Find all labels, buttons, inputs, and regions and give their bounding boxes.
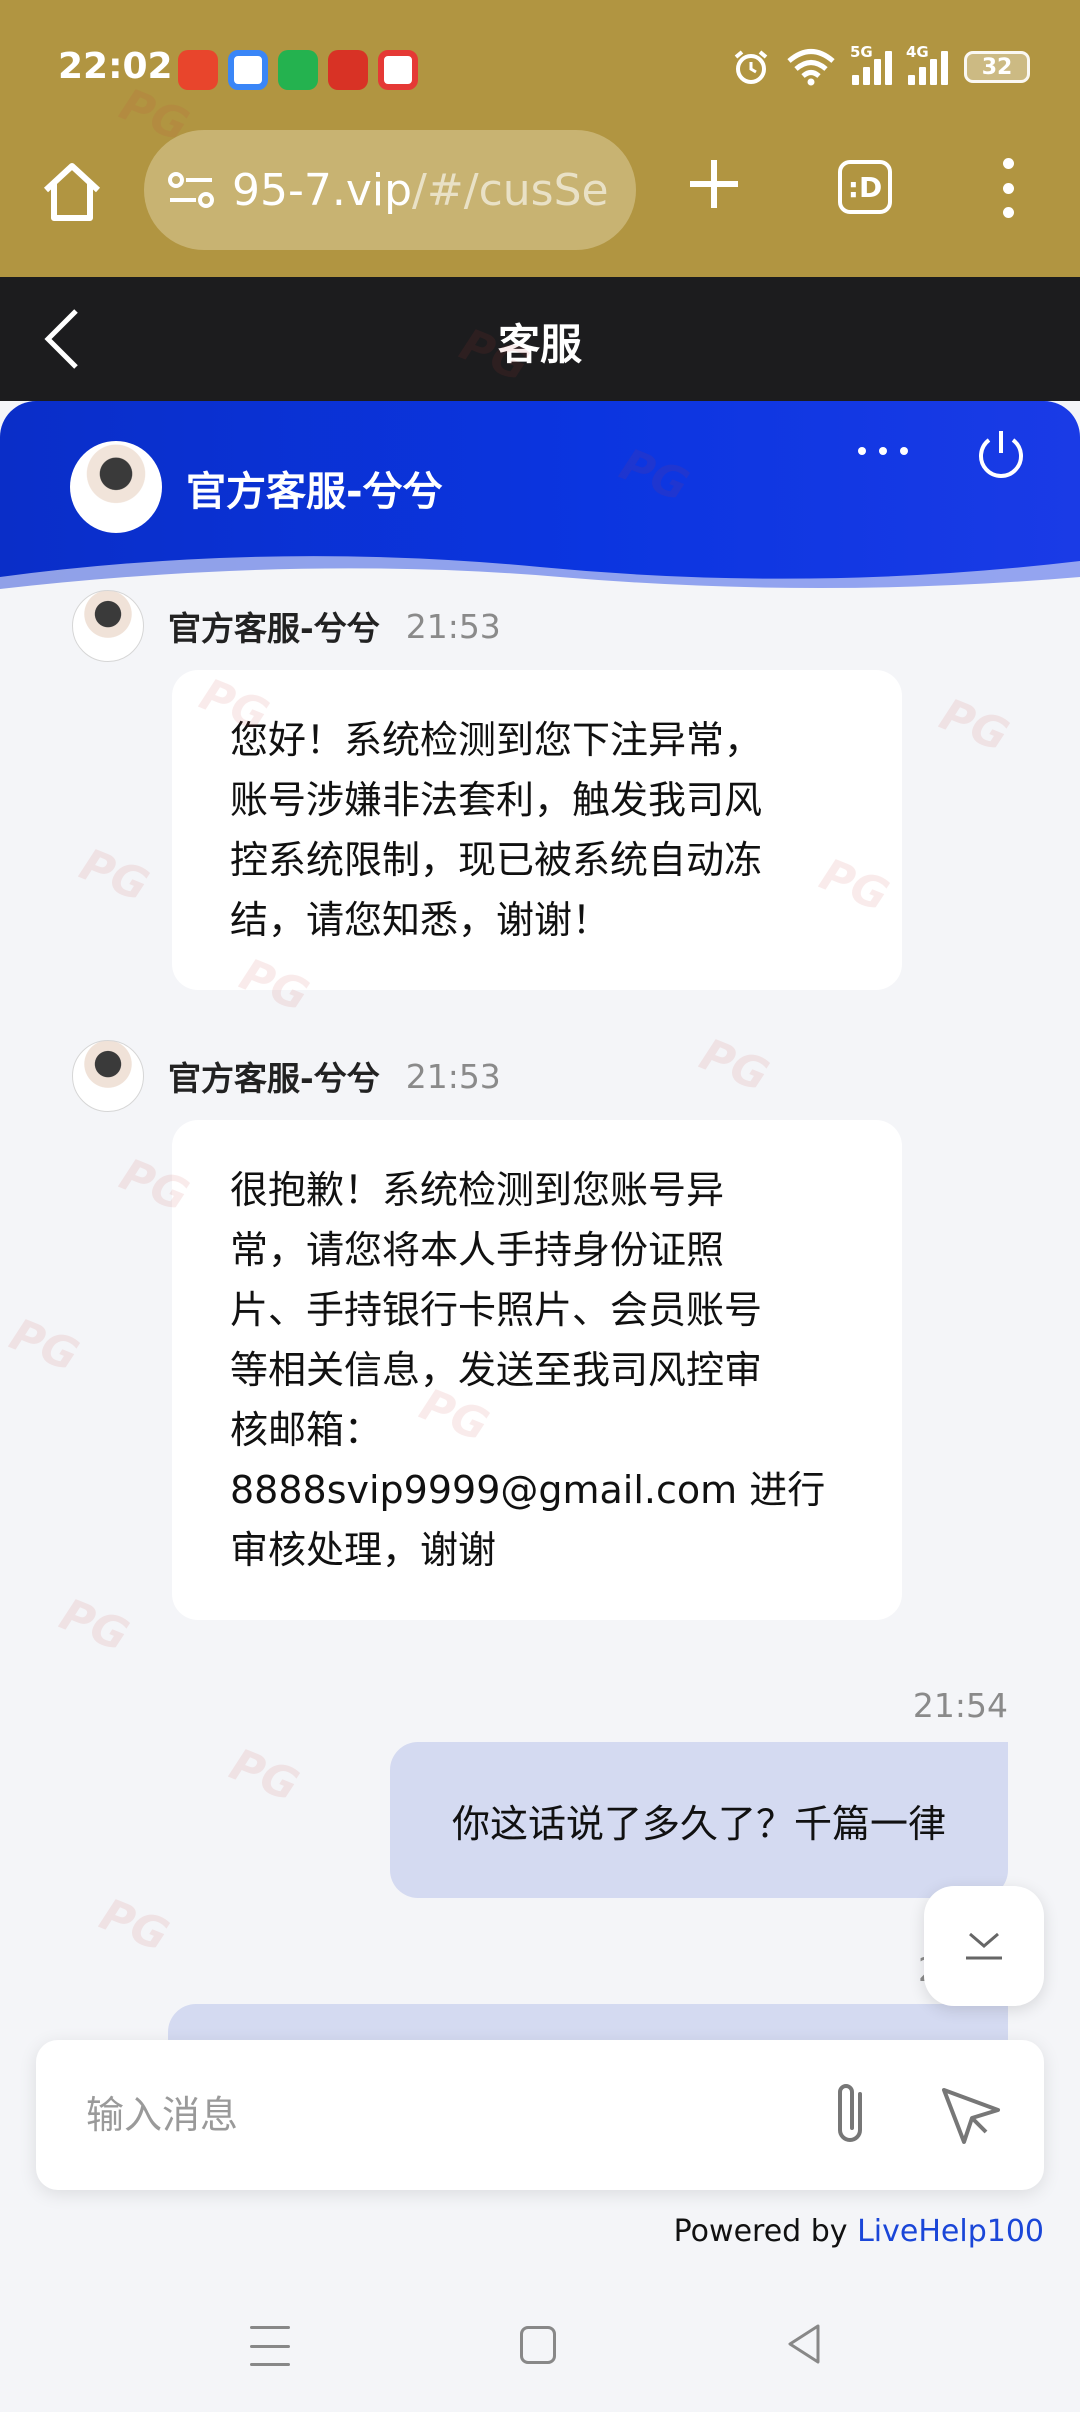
signal-4g-icon: 4G [906,43,948,85]
message-time: 21:53 [405,606,501,646]
browser-chrome: 22:02 5G 4G 32 95-7.vip/#/cusSe:D [0,0,1080,277]
page-title: 客服 [497,320,582,369]
app-icon-red [328,50,368,90]
send-icon[interactable] [936,2080,1006,2150]
home-nav-icon[interactable] [520,2326,556,2364]
avatar [72,590,144,662]
sender-name: 官方客服-兮兮 [168,609,380,648]
battery-indicator: 32 [964,51,1030,83]
wifi-icon [787,49,835,86]
home-icon[interactable] [36,156,108,228]
message-line: 结，请您知悉，谢谢！ [230,898,611,942]
url-path: /#/cusSe [412,164,609,216]
recent-apps-icon[interactable] [250,2326,290,2366]
taobao-icon [178,50,218,90]
address-bar[interactable]: 95-7.vip/#/cusSe [144,130,636,250]
url-text[interactable]: 95-7.vip/#/cusSe [232,165,609,216]
more-options-icon[interactable] [858,441,908,461]
incoming-message: 您好！系统检测到您下注异常， 账号涉嫌非法套利，触发我司风 控系统限制，现已被系… [172,670,902,990]
status-clock: 22:02 [58,46,173,87]
network-label-4g: 4G [906,43,929,61]
url-domain: 95-7.vip [232,164,413,216]
message-line: 很抱歉！系统检测到您账号异 [230,1168,725,1212]
powered-by-prefix: Powered by [673,2214,858,2249]
scroll-to-bottom-button[interactable] [924,1886,1044,2006]
app-icon-blue [228,50,268,90]
message-line: 片、手持银行卡照片、会员账号 [230,1288,763,1332]
incoming-message: 很抱歉！系统检测到您账号异 常，请您将本人手持身份证照 片、手持银行卡照片、会员… [172,1120,902,1620]
tabs-button[interactable]: :D [838,160,892,214]
status-bar: 22:02 5G 4G 32 [0,0,1080,140]
agent-name: 官方客服-兮兮 [186,469,443,515]
message-line: 账号涉嫌非法套利，触发我司风 [230,778,763,822]
message-header: 官方客服-兮兮 21:53 [72,1040,501,1112]
message-input[interactable] [86,2080,786,2150]
message-header: 官方客服-兮兮 21:53 [72,590,501,662]
message-line: 审核处理，谢谢 [230,1528,497,1572]
new-tab-icon[interactable] [682,152,746,216]
site-settings-icon[interactable] [168,170,214,210]
attachment-icon[interactable] [820,2078,884,2152]
alarm-icon [734,50,768,84]
message-list[interactable]: 官方客服-兮兮 21:53 您好！系统检测到您下注异常， 账号涉嫌非法套利，触发… [0,590,1080,2050]
system-icons: 5G 4G 32 [732,43,1030,86]
powered-by-link[interactable]: LiveHelp100 [857,2214,1044,2249]
avatar [72,1040,144,1112]
browser-toolbar: 95-7.vip/#/cusSe :D [0,130,1080,260]
sender-name: 官方客服-兮兮 [168,1059,380,1098]
outgoing-message: 你这话说了多久了？千篇一律 [389,1742,1008,1898]
browser-menu-icon[interactable] [996,158,1020,218]
agent-avatar [70,441,162,533]
download-arrow-icon [966,1932,1002,1960]
powered-by: Powered by LiveHelp100 [674,2214,1044,2249]
back-nav-icon[interactable] [784,2322,824,2366]
app-icon-green [278,50,318,90]
notification-icons [178,50,418,90]
outgoing-message-time: 21:54 [912,1686,1008,1725]
signal-5g-icon: 5G [850,43,892,85]
system-nav-bar [0,2290,1080,2412]
message-line: 核邮箱： [230,1408,383,1452]
message-line: 等相关信息，发送至我司风控审 [230,1348,763,1392]
map-icon [378,50,418,90]
chat-header: 官方客服-兮兮 [0,401,1080,601]
network-label-5g: 5G [850,43,873,61]
message-line: 控系统限制，现已被系统自动冻 [230,838,763,882]
screen: 22:02 5G 4G 32 95-7.vip/#/cusSe:D 客服 官方… [0,0,1080,2412]
message-time: 21:53 [405,1056,501,1096]
message-composer [36,2040,1044,2190]
message-line: 8888svip9999@gmail.com 进行 [230,1468,826,1512]
app-header: 客服 [0,277,1080,401]
message-line: 您好！系统检测到您下注异常， [230,718,763,762]
power-icon[interactable] [974,427,1028,481]
message-line: 常，请您将本人手持身份证照 [230,1228,725,1272]
